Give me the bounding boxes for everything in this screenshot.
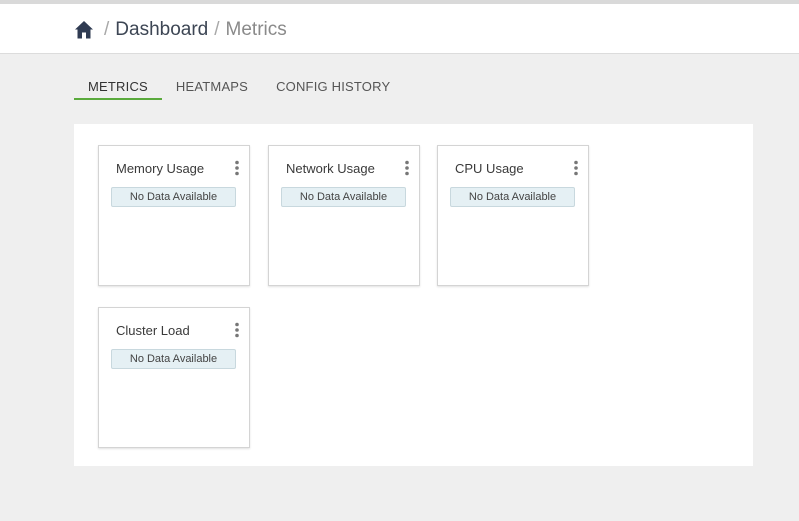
tab-bar: METRICS HEATMAPS CONFIG HISTORY [74,72,404,100]
metrics-panel: Memory Usage No Data Available Network U… [74,124,753,466]
widget-network-usage: Network Usage No Data Available [268,145,420,286]
widget-title: Memory Usage [116,161,205,176]
no-data-badge: No Data Available [111,187,236,207]
no-data-badge: No Data Available [450,187,575,207]
more-vertical-icon[interactable] [233,322,241,338]
tab-config-history[interactable]: CONFIG HISTORY [262,72,404,100]
widget-title: CPU Usage [455,161,524,176]
widget-cpu-usage: CPU Usage No Data Available [437,145,589,286]
widget-cluster-load: Cluster Load No Data Available [98,307,250,448]
widget-title: Network Usage [286,161,375,176]
more-vertical-icon[interactable] [233,160,241,176]
no-data-badge: No Data Available [111,349,236,369]
widget-title: Cluster Load [116,323,190,338]
page-header: / Dashboard / Metrics [0,4,799,54]
breadcrumb-separator: / [214,19,220,40]
more-vertical-icon[interactable] [403,160,411,176]
widget-memory-usage: Memory Usage No Data Available [98,145,250,286]
tab-heatmaps[interactable]: HEATMAPS [162,72,262,100]
home-icon[interactable] [74,20,94,40]
breadcrumb-metrics: Metrics [225,19,287,40]
tab-metrics[interactable]: METRICS [74,72,162,100]
more-vertical-icon[interactable] [572,160,580,176]
no-data-badge: No Data Available [281,187,406,207]
breadcrumb-separator: / [104,19,110,40]
breadcrumb-dashboard[interactable]: Dashboard [115,19,208,41]
breadcrumb: / Dashboard / Metrics [74,16,287,44]
